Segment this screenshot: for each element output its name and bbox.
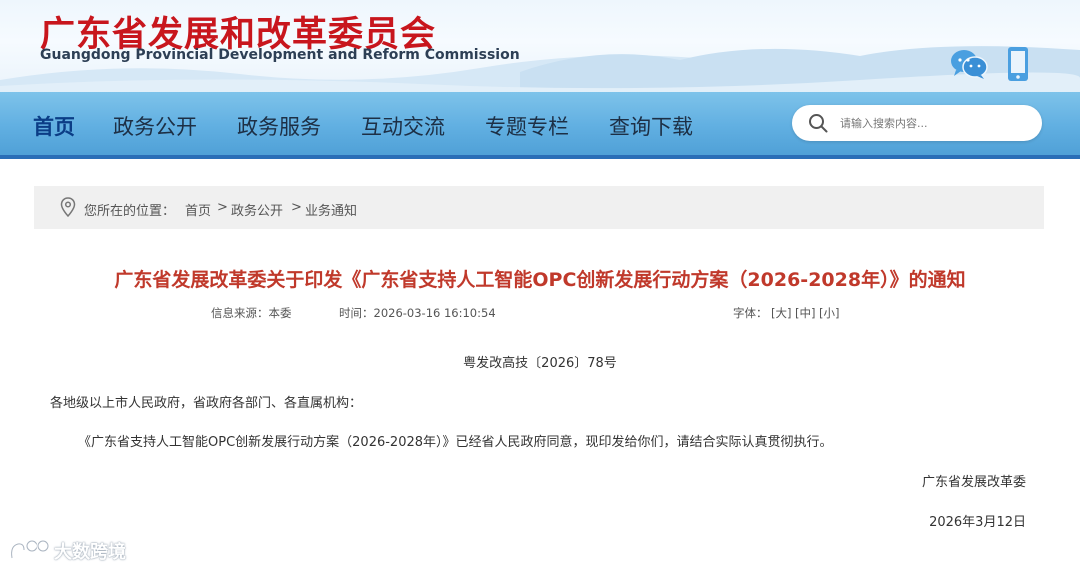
watermark-text: 大数跨境 xyxy=(54,542,126,563)
watermark-logo-icon xyxy=(10,539,50,560)
breadcrumb-prefix: 您所在的位置： xyxy=(84,204,176,219)
nav-item-query-download[interactable]: 查询下载 xyxy=(609,111,693,141)
location-pin-icon xyxy=(60,197,76,217)
nav-item-interaction[interactable]: 互动交流 xyxy=(361,111,445,141)
breadcrumb-separator: > xyxy=(217,200,228,215)
breadcrumb-item-government-affairs[interactable]: 政务公开 xyxy=(231,200,283,219)
nav-item-government-services[interactable]: 政务服务 xyxy=(237,111,321,141)
search-input[interactable] xyxy=(840,114,1030,132)
nav-divider xyxy=(0,155,1080,159)
article-body: 《广东省支持人工智能OPC创新发展行动方案（2026-2028年）》已经省人民政… xyxy=(78,435,833,450)
site-subtitle: Guangdong Provincial Development and Ref… xyxy=(40,47,520,63)
breadcrumb-item-home[interactable]: 首页 xyxy=(185,200,211,219)
document-number: 粤发改高技〔2026〕78号 xyxy=(463,356,617,371)
signature-organization: 广东省发展改革委 xyxy=(921,475,1026,490)
search-box[interactable] xyxy=(792,105,1042,141)
font-size-large-link[interactable]: [大] xyxy=(771,305,791,321)
breadcrumb: 您所在的位置： 首页 > 政务公开 > 业务通知 xyxy=(34,186,1044,229)
font-size-small-link[interactable]: [小] xyxy=(819,305,839,321)
signature-date: 2026年3月12日 xyxy=(929,515,1026,530)
article-salutation: 各地级以上市人民政府，省政府各部门、各直属机构： xyxy=(50,396,363,411)
article-title: 广东省发展改革委关于印发《广东省支持人工智能OPC创新发展行动方案（2026-2… xyxy=(114,269,966,291)
nav-item-home[interactable]: 首页 xyxy=(33,111,75,141)
breadcrumb-separator: > xyxy=(291,200,302,215)
font-size-label: 字体： xyxy=(733,306,768,320)
nav-item-government-affairs[interactable]: 政务公开 xyxy=(113,111,197,141)
search-icon[interactable] xyxy=(808,113,828,133)
wechat-icon[interactable] xyxy=(950,48,988,80)
article-time: 时间：2026-03-16 16:10:54 xyxy=(339,306,496,320)
mobile-phone-icon[interactable] xyxy=(1007,46,1029,82)
nav-item-special-topics[interactable]: 专题专栏 xyxy=(485,111,569,141)
font-size-medium-link[interactable]: [中] xyxy=(795,305,815,321)
header-banner: 广东省发展和改革委员会 Guangdong Provincial Develop… xyxy=(0,0,1080,92)
article-source: 信息来源：本委 xyxy=(211,306,292,320)
breadcrumb-item-business-notice[interactable]: 业务通知 xyxy=(305,200,357,219)
